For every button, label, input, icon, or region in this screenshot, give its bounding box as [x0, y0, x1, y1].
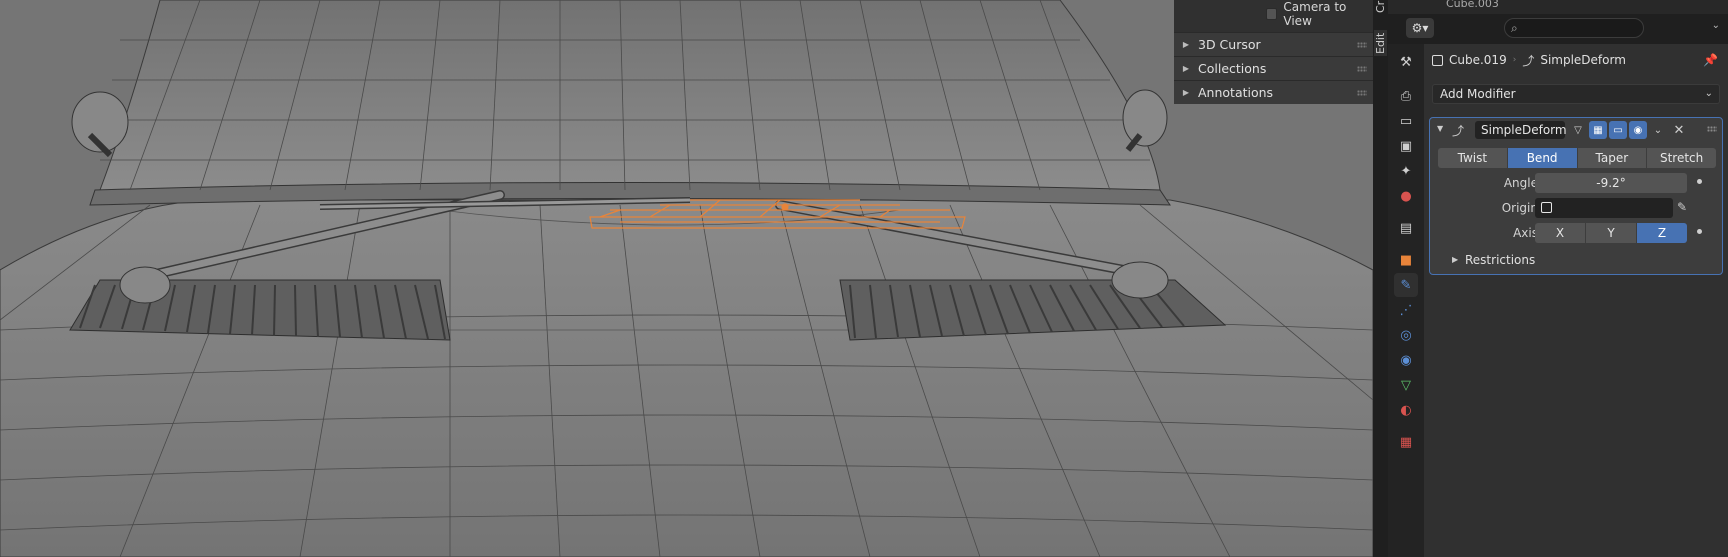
mesh-data-icon[interactable]: ▽	[1394, 373, 1418, 397]
axis-selector: X Y Z	[1535, 223, 1687, 243]
properties-tab-bar: ⚒ ⎙ ▭ ▣ ✦ ● ▤ ■ ✎ ⋰ ◎ ◉ ▽ ◐ ▦	[1388, 44, 1424, 557]
camera-to-view-toggle[interactable]: Camera to View	[1266, 0, 1373, 28]
search-icon: ⌕	[1511, 20, 1518, 35]
object-icon[interactable]: ■	[1394, 248, 1418, 272]
section-label: Collections	[1198, 61, 1267, 76]
modifier-header[interactable]: ▼ ⤴ SimpleDeform ▽ ▦ ▭ ◉ ⌄ ✕	[1430, 118, 1722, 142]
drag-grip-icon[interactable]	[1357, 42, 1367, 48]
breadcrumb: Cube.019 › ⤴ SimpleDeform	[1432, 50, 1626, 70]
tab-edit[interactable]: Edit	[1374, 30, 1387, 56]
section-label: Annotations	[1198, 85, 1274, 100]
drag-grip-icon[interactable]	[1357, 66, 1367, 72]
object-icon	[1432, 54, 1443, 66]
angle-row: Angle -9.2°	[1430, 173, 1724, 193]
axis-z-button[interactable]: Z	[1637, 223, 1687, 243]
mode-twist-button[interactable]: Twist	[1438, 148, 1508, 168]
modifier-properties: Cube.019 › ⤴ SimpleDeform 📌 Add Modifier…	[1424, 44, 1728, 557]
breadcrumb-separator: ›	[1512, 55, 1517, 65]
outliner-item-label[interactable]: Cube.003	[1446, 0, 1499, 10]
collapse-triangle-icon: ▶	[1452, 255, 1459, 264]
mode-taper-button[interactable]: Taper	[1577, 148, 1648, 168]
breadcrumb-object: Cube.019	[1449, 53, 1507, 67]
viewport-sidebar: Camera to View ▶ 3D Cursor ▶ Collections…	[1174, 0, 1373, 104]
texture-icon[interactable]: ▦	[1394, 430, 1418, 454]
realtime-display-icon[interactable]: ▭	[1609, 121, 1627, 139]
mode-bend-button[interactable]: Bend	[1507, 148, 1578, 168]
origin-row: Origin ✎	[1430, 198, 1724, 218]
wrench-icon[interactable]: ✎	[1394, 273, 1418, 297]
origin-label: Origin	[1501, 201, 1538, 215]
properties-search-input[interactable]: ⌕	[1504, 18, 1644, 38]
keyframe-dot-icon[interactable]	[1697, 229, 1702, 234]
chevron-down-icon: ⌄	[1704, 88, 1713, 99]
physics-icon[interactable]: ◎	[1394, 323, 1418, 347]
collapse-triangle-icon: ▶	[1182, 88, 1190, 97]
axis-y-button[interactable]: Y	[1586, 223, 1637, 243]
camera-to-view-checkbox[interactable]	[1266, 8, 1278, 20]
section-annotations[interactable]: ▶ Annotations	[1174, 80, 1373, 104]
pin-icon[interactable]: 📌	[1703, 53, 1718, 67]
axis-row: Axis X Y Z	[1430, 223, 1724, 243]
material-icon[interactable]: ◐	[1394, 398, 1418, 422]
axis-x-button[interactable]: X	[1535, 223, 1586, 243]
options-dropdown-icon[interactable]: ⌄	[1712, 20, 1720, 31]
add-modifier-dropdown[interactable]: Add Modifier ⌄	[1432, 84, 1720, 104]
collapse-triangle-icon[interactable]: ▼	[1437, 124, 1443, 133]
collapse-triangle-icon: ▶	[1182, 40, 1190, 49]
mode-stretch-button[interactable]: Stretch	[1647, 148, 1716, 168]
collection-icon[interactable]: ▤	[1394, 216, 1418, 240]
properties-editor-icon: ⚙▾	[1411, 21, 1429, 35]
object-icon	[1541, 202, 1552, 213]
breadcrumb-modifier: SimpleDeform	[1540, 53, 1626, 67]
car-hood-wireframe[interactable]	[0, 0, 1373, 557]
tab-create[interactable]: Cr	[1374, 0, 1387, 14]
particles-icon[interactable]: ⋰	[1394, 298, 1418, 322]
restrictions-label: Restrictions	[1465, 253, 1536, 267]
3d-viewport[interactable]: Camera to View ▶ 3D Cursor ▶ Collections…	[0, 0, 1373, 557]
edit-mode-icon[interactable]: ▦	[1589, 121, 1607, 139]
simpledeform-icon: ⤴	[1452, 124, 1465, 138]
angle-field[interactable]: -9.2°	[1535, 173, 1687, 193]
simpledeform-modifier-panel: ▼ ⤴ SimpleDeform ▽ ▦ ▭ ◉ ⌄ ✕ Twist Bend …	[1429, 117, 1723, 275]
properties-editor: Cube.003 ⚙▾ ⌕ ⌄ ⚒ ⎙ ▭ ▣ ✦ ● ▤ ■ ✎ ⋰ ◎ ◉ …	[1388, 0, 1728, 557]
editor-type-button[interactable]: ⚙▾	[1406, 18, 1434, 38]
properties-header: Cube.003 ⚙▾ ⌕ ⌄	[1388, 0, 1728, 44]
keyframe-dot-icon[interactable]	[1697, 179, 1702, 184]
view-layer-icon[interactable]: ▣	[1394, 134, 1418, 158]
simpledeform-icon: ⤴	[1522, 53, 1535, 68]
add-modifier-label: Add Modifier	[1440, 87, 1516, 101]
deform-mode-selector: Twist Bend Taper Stretch	[1438, 148, 1716, 168]
camera-to-view-label: Camera to View	[1283, 0, 1347, 28]
collapse-triangle-icon: ▶	[1182, 64, 1190, 73]
eyedropper-icon[interactable]: ✎	[1677, 200, 1687, 214]
section-3d-cursor[interactable]: ▶ 3D Cursor	[1174, 32, 1373, 56]
modifier-name-field[interactable]: SimpleDeform	[1475, 121, 1567, 139]
tool-icon[interactable]: ⚒	[1394, 50, 1418, 74]
viewport-sidebar-tabs: Cr Edit	[1373, 0, 1388, 557]
close-icon[interactable]: ✕	[1670, 121, 1688, 139]
origin-object-field[interactable]	[1535, 198, 1673, 218]
scene-icon[interactable]: ✦	[1394, 159, 1418, 183]
output-icon[interactable]: ▭	[1394, 109, 1418, 133]
outliner-partial: Cube.003	[1388, 0, 1728, 14]
section-label: 3D Cursor	[1198, 37, 1261, 52]
world-icon[interactable]: ●	[1394, 184, 1418, 208]
constraints-icon[interactable]: ◉	[1394, 348, 1418, 372]
restrictions-subpanel[interactable]: ▶ Restrictions	[1430, 250, 1724, 270]
on-cage-icon[interactable]: ▽	[1569, 121, 1587, 139]
section-collections[interactable]: ▶ Collections	[1174, 56, 1373, 80]
chevron-down-icon[interactable]: ⌄	[1649, 121, 1667, 139]
drag-grip-icon[interactable]	[1707, 126, 1717, 132]
drag-grip-icon[interactable]	[1357, 90, 1367, 96]
render-camera-icon[interactable]: ◉	[1629, 121, 1647, 139]
angle-label: Angle	[1503, 176, 1538, 190]
render-icon[interactable]: ⎙	[1394, 84, 1418, 108]
